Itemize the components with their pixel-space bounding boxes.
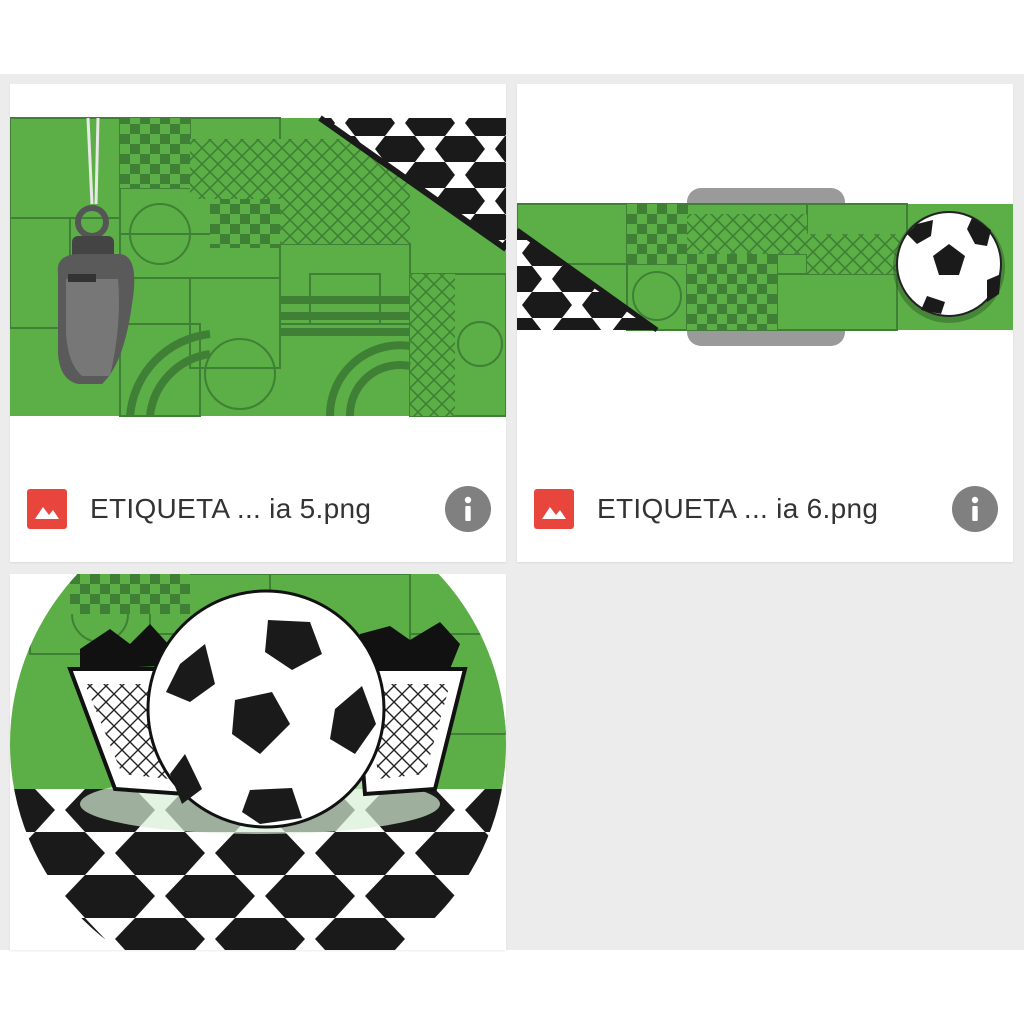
soccer-label-image-3 bbox=[10, 574, 506, 950]
file-card-2[interactable]: ETIQUETA ... ia 6.png bbox=[517, 84, 1013, 562]
file-name[interactable]: ETIQUETA ... ia 5.png bbox=[90, 493, 371, 525]
image-file-icon bbox=[27, 489, 67, 529]
soccer-ball-icon bbox=[146, 589, 386, 829]
file-card-1[interactable]: ETIQUETA ... ia 5.png bbox=[10, 84, 506, 562]
info-icon[interactable] bbox=[952, 486, 998, 532]
file-thumbnail-2[interactable] bbox=[517, 84, 1013, 484]
soccer-ball-icon bbox=[893, 211, 1005, 323]
file-thumbnail-3[interactable] bbox=[10, 574, 506, 950]
file-card-3[interactable] bbox=[10, 574, 506, 950]
file-name[interactable]: ETIQUETA ... ia 6.png bbox=[597, 493, 878, 525]
info-icon[interactable] bbox=[445, 486, 491, 532]
image-file-icon bbox=[534, 489, 574, 529]
file-thumbnail-1[interactable] bbox=[10, 84, 506, 484]
soccer-label-image-2 bbox=[517, 188, 1013, 346]
soccer-label-image-1 bbox=[10, 115, 506, 417]
